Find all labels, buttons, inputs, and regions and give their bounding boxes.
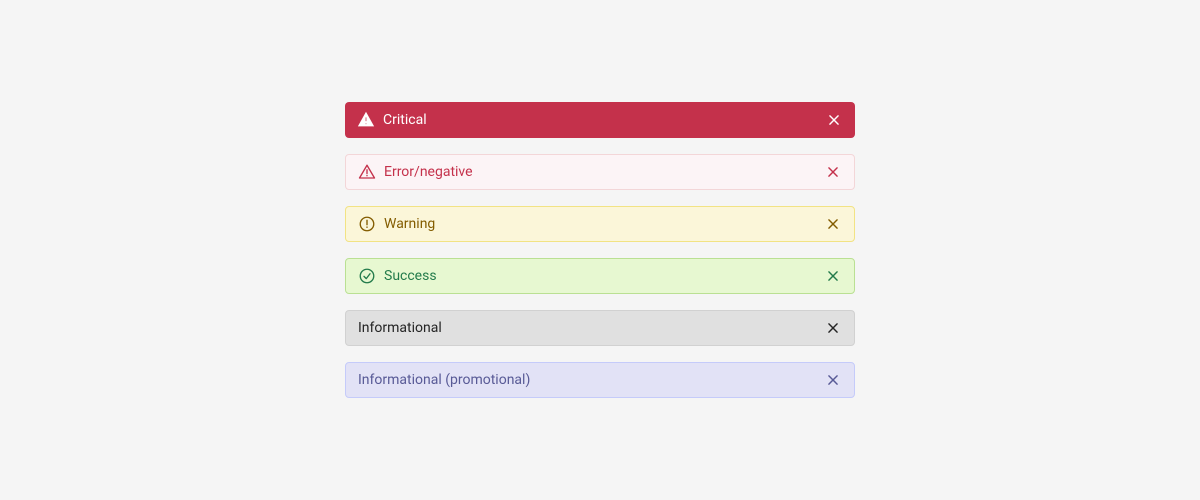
- checkmark-circle-icon: [358, 267, 376, 285]
- warning-triangle-icon: [358, 163, 376, 181]
- banner-label: Success: [384, 268, 824, 284]
- close-icon[interactable]: [825, 111, 843, 129]
- banner-label: Informational: [358, 320, 824, 336]
- banner-error: Error/negative: [345, 154, 855, 190]
- banner-label: Informational (promotional): [358, 372, 824, 388]
- banner-informational: Informational: [345, 310, 855, 346]
- close-icon[interactable]: [824, 371, 842, 389]
- banner-label: Error/negative: [384, 164, 824, 180]
- banner-success: Success: [345, 258, 855, 294]
- banner-label: Warning: [384, 216, 824, 232]
- warning-triangle-solid-icon: [357, 111, 375, 129]
- close-icon[interactable]: [824, 215, 842, 233]
- close-icon[interactable]: [824, 267, 842, 285]
- close-icon[interactable]: [824, 319, 842, 337]
- banner-label: Critical: [383, 112, 825, 128]
- banner-promotional: Informational (promotional): [345, 362, 855, 398]
- banner-critical: Critical: [345, 102, 855, 138]
- banner-warning: Warning: [345, 206, 855, 242]
- close-icon[interactable]: [824, 163, 842, 181]
- banner-list: Critical Error/negative: [345, 102, 855, 398]
- exclamation-circle-icon: [358, 215, 376, 233]
